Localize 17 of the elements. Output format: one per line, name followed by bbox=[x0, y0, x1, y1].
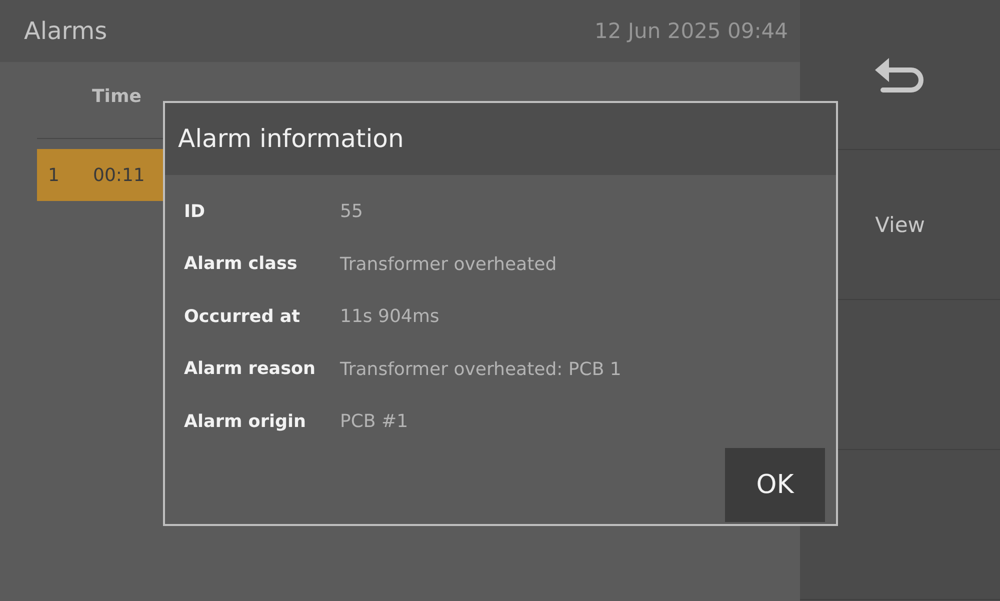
date-time: 12 Jun 2025 09:44 bbox=[594, 19, 788, 43]
column-header: Time bbox=[92, 86, 142, 106]
dialog-title: Alarm information bbox=[165, 103, 836, 174]
field-label: Alarm reason bbox=[184, 359, 317, 380]
field-value: PCB #1 bbox=[340, 411, 408, 432]
field-value: 11s 904ms bbox=[340, 306, 440, 328]
field-value: 55 bbox=[340, 201, 363, 222]
table-cell-text: 1 bbox=[48, 164, 60, 186]
field-value: Transformer overheated bbox=[340, 254, 557, 275]
field-value: Transformer overheated: PCB 1 bbox=[340, 358, 622, 380]
field-label: ID bbox=[184, 202, 206, 222]
page-title: Alarms bbox=[24, 17, 108, 45]
field-label: Occurred at bbox=[184, 306, 302, 327]
table-cell: 00:11 bbox=[93, 164, 145, 186]
ok-button[interactable]: OK bbox=[725, 448, 825, 522]
field-label: Alarm class bbox=[184, 254, 298, 274]
field-label: Alarm origin bbox=[184, 412, 307, 432]
